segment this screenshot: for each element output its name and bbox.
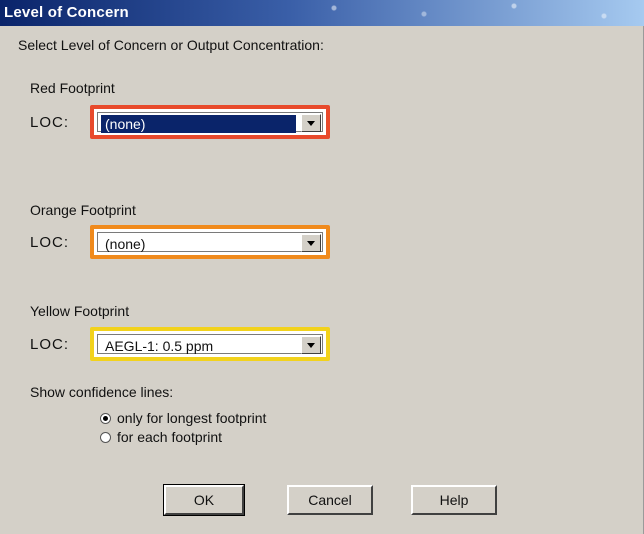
window-title: Level of Concern: [4, 4, 129, 21]
chevron-down-icon[interactable]: [301, 336, 321, 354]
radio-each-footprint[interactable]: for each footprint: [100, 429, 222, 445]
chevron-down-icon[interactable]: [301, 234, 321, 252]
title-bar-decoration: [314, 0, 644, 26]
red-loc-label: LOC:: [30, 114, 70, 131]
instruction-text: Select Level of Concern or Output Concen…: [18, 37, 324, 53]
title-bar: Level of Concern: [0, 0, 644, 26]
help-button[interactable]: Help: [411, 485, 497, 515]
ok-button[interactable]: OK: [163, 484, 245, 516]
level-of-concern-dialog: Level of Concern Select Level of Concern…: [0, 0, 644, 534]
confidence-lines-label: Show confidence lines:: [30, 384, 174, 400]
radio-longest-label: only for longest footprint: [117, 410, 267, 426]
red-loc-select[interactable]: (none): [90, 105, 330, 139]
orange-loc-select-box[interactable]: (none): [97, 232, 323, 252]
radio-longest-footprint[interactable]: only for longest footprint: [100, 410, 266, 426]
yellow-loc-select-box[interactable]: AEGL-1: 0.5 ppm: [97, 334, 323, 354]
orange-loc-select[interactable]: (none): [90, 225, 330, 259]
orange-loc-label: LOC:: [30, 234, 70, 251]
yellow-loc-label: LOC:: [30, 336, 70, 353]
red-loc-value: (none): [101, 115, 296, 133]
chevron-down-icon[interactable]: [301, 114, 321, 132]
radio-checked-icon[interactable]: [100, 413, 111, 424]
red-loc-select-box[interactable]: (none): [97, 112, 323, 133]
radio-unchecked-icon[interactable]: [100, 432, 111, 443]
radio-each-label: for each footprint: [117, 429, 223, 445]
red-footprint-label: Red Footprint: [30, 80, 115, 96]
yellow-loc-select[interactable]: AEGL-1: 0.5 ppm: [90, 327, 330, 361]
orange-footprint-label: Orange Footprint: [30, 202, 136, 218]
yellow-loc-value: AEGL-1: 0.5 ppm: [105, 338, 214, 354]
orange-loc-value: (none): [105, 236, 146, 252]
cancel-button[interactable]: Cancel: [287, 485, 373, 515]
yellow-footprint-label: Yellow Footprint: [30, 303, 130, 319]
